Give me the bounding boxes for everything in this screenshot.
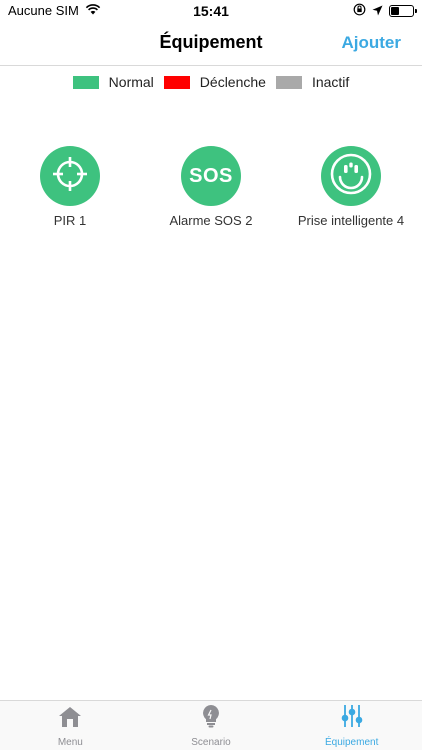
device-circle: [40, 146, 100, 206]
legend-item-triggered: Déclenche: [163, 74, 266, 90]
sliders-icon: [340, 704, 364, 733]
tab-bar: Menu Scenario Équipement: [0, 700, 422, 750]
tab-scenario[interactable]: Scenario: [141, 701, 282, 750]
nav-bar: Équipement Ajouter: [0, 22, 422, 66]
status-right: [353, 3, 417, 19]
legend-item-normal: Normal: [72, 74, 154, 90]
legend-swatch-triggered: [163, 75, 190, 89]
status-bar: Aucune SIM 15:41: [0, 0, 422, 22]
device-circle: SOS: [181, 146, 241, 206]
device-name: PIR 1: [53, 213, 87, 228]
device-circle: [321, 146, 381, 206]
sos-icon: SOS: [189, 164, 233, 187]
battery-icon: [389, 5, 417, 17]
add-button[interactable]: Ajouter: [342, 33, 402, 53]
device-pir[interactable]: PIR 1: [0, 146, 140, 228]
home-icon: [58, 706, 82, 733]
legend-label-triggered: Déclenche: [199, 74, 266, 90]
tab-menu[interactable]: Menu: [0, 701, 141, 750]
battery-level: [391, 7, 400, 15]
location-arrow-icon: [372, 4, 383, 19]
legend-swatch-normal: [72, 75, 99, 89]
device-smart-plug[interactable]: Prise intelligente 4: [281, 146, 421, 228]
legend-swatch-inactive: [275, 75, 302, 89]
legend-label-inactive: Inactif: [311, 74, 350, 90]
device-grid: PIR 1 SOS Alarme SOS 2 Prise intelligent…: [0, 146, 422, 256]
tab-menu-label: Menu: [57, 737, 83, 748]
lightbulb-icon: [201, 704, 221, 733]
device-sos-alarm[interactable]: SOS Alarme SOS 2: [141, 146, 281, 228]
device-name: Prise intelligente 4: [297, 213, 405, 228]
legend-item-inactive: Inactif: [275, 74, 350, 90]
power-socket-icon: [328, 151, 374, 202]
orientation-lock-icon: [353, 3, 366, 19]
crosshair-icon: [50, 154, 90, 199]
tab-equipment[interactable]: Équipement: [281, 701, 422, 750]
legend-label-normal: Normal: [108, 74, 154, 90]
tab-scenario-label: Scenario: [191, 737, 231, 748]
tab-equipment-label: Équipement: [324, 737, 379, 748]
device-name: Alarme SOS 2: [169, 213, 253, 228]
status-legend: Normal Déclenche Inactif: [0, 74, 422, 90]
